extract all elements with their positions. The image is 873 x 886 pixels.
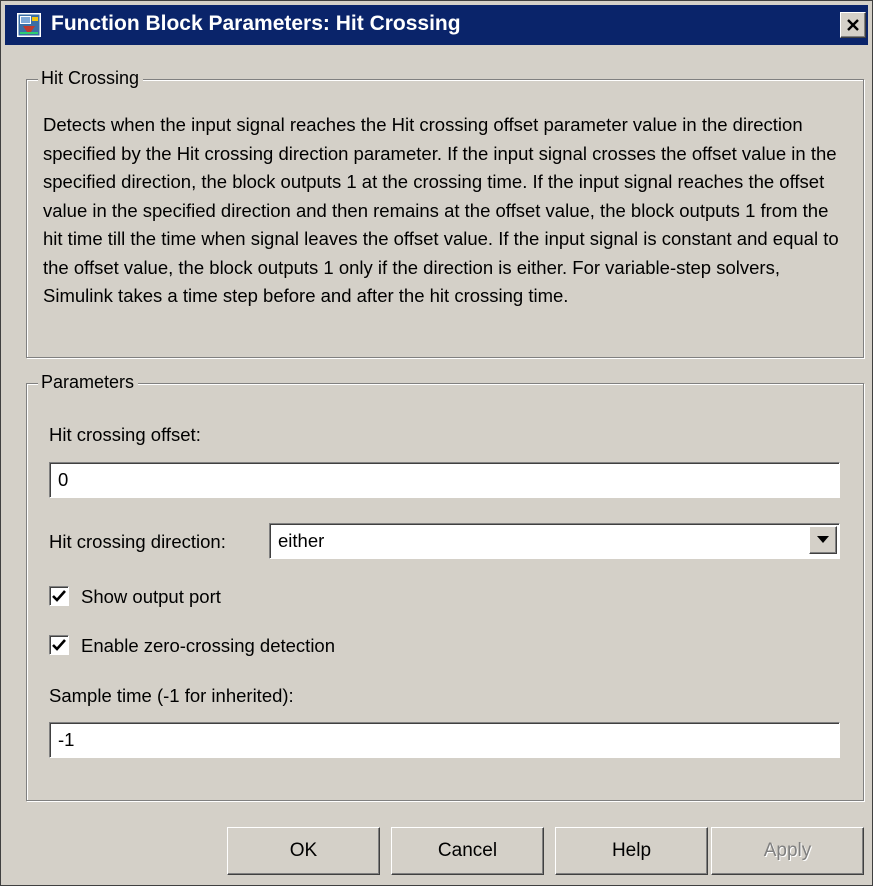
- hit-crossing-direction-label: Hit crossing direction:: [49, 531, 226, 552]
- chevron-down-icon: [817, 536, 829, 543]
- block-description: Detects when the input signal reaches th…: [43, 114, 839, 306]
- show-output-port-label[interactable]: Show output port: [81, 586, 221, 608]
- hit-crossing-offset-input[interactable]: 0: [49, 462, 840, 498]
- hit-crossing-direction-value: either: [278, 530, 325, 551]
- cancel-button[interactable]: Cancel: [391, 827, 544, 875]
- show-output-port-checkbox[interactable]: [49, 586, 69, 606]
- apply-button[interactable]: Apply: [711, 827, 864, 875]
- checkmark-icon: [52, 639, 66, 651]
- close-button[interactable]: [840, 12, 866, 38]
- sample-time-input[interactable]: -1: [49, 722, 840, 758]
- hit-crossing-offset-label: Hit crossing offset:: [49, 424, 201, 445]
- zero-crossing-label[interactable]: Enable zero-crossing detection: [81, 635, 335, 657]
- close-icon: [847, 19, 859, 31]
- dropdown-button[interactable]: [809, 526, 837, 554]
- description-group-legend: Hit Crossing: [38, 67, 144, 89]
- window-title: Function Block Parameters: Hit Crossing: [51, 12, 461, 35]
- checkmark-icon: [52, 590, 66, 602]
- zero-crossing-checkbox[interactable]: [49, 635, 69, 655]
- simulink-block-icon: [17, 13, 41, 37]
- title-bar[interactable]: Function Block Parameters: Hit Crossing: [5, 5, 868, 45]
- parameters-group-legend: Parameters: [38, 371, 139, 393]
- dialog-window: Function Block Parameters: Hit Crossing …: [0, 0, 873, 886]
- hit-crossing-direction-select[interactable]: either: [269, 523, 840, 559]
- ok-button[interactable]: OK: [227, 827, 380, 875]
- help-button[interactable]: Help: [555, 827, 708, 875]
- sample-time-label: Sample time (-1 for inherited):: [49, 685, 294, 706]
